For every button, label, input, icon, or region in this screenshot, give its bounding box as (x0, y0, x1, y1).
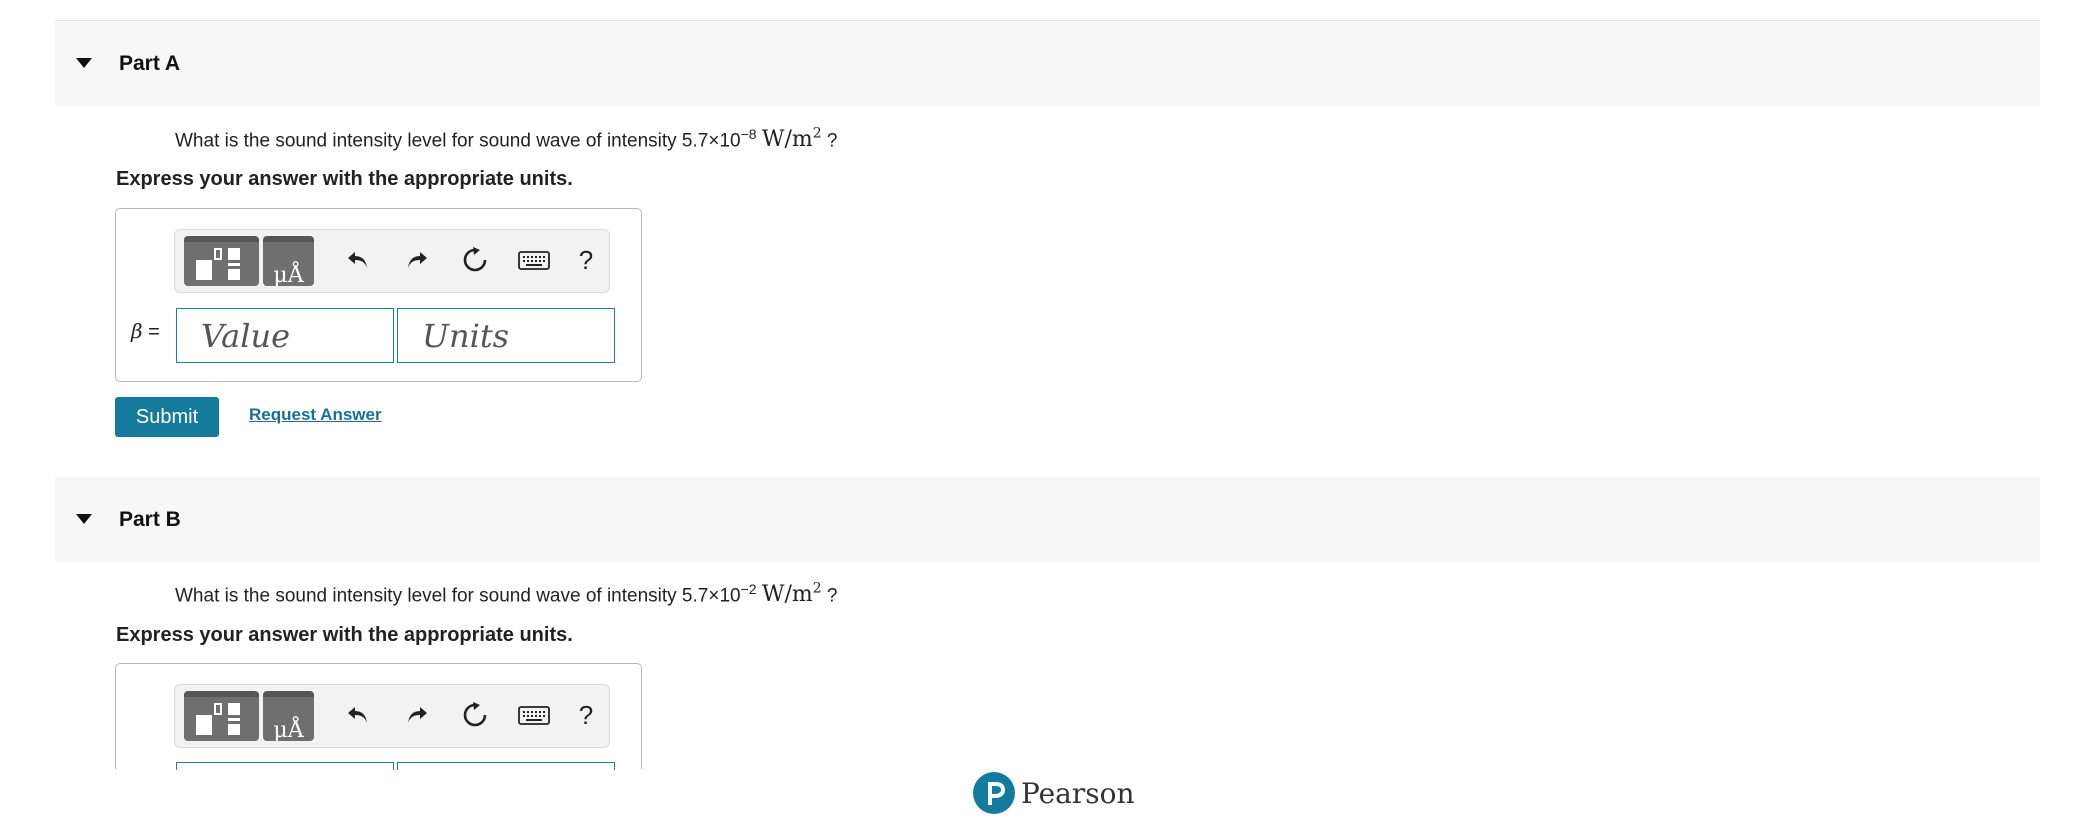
pearson-logo[interactable]: Pearson (973, 772, 1135, 814)
part-a-answer-box: μÅ ? β = (115, 208, 642, 382)
content-scroll-area[interactable]: Part A What is the sound intensity level… (0, 0, 2083, 770)
math-toolbar: μÅ ? (174, 684, 610, 748)
redo-icon[interactable] (397, 695, 437, 735)
help-button[interactable]: ? (566, 240, 606, 280)
value-input[interactable] (176, 308, 394, 363)
collapse-caret-icon[interactable] (76, 514, 92, 524)
part-a-title: Part A (119, 52, 181, 75)
keyboard-icon[interactable] (514, 240, 554, 280)
units-input[interactable] (397, 308, 615, 363)
templates-icon[interactable] (184, 236, 259, 286)
reset-icon[interactable] (455, 695, 495, 735)
pearson-wordmark: Pearson (1021, 776, 1135, 810)
units-input[interactable] (397, 762, 615, 770)
symbols-icon[interactable]: μÅ (263, 236, 314, 286)
redo-icon[interactable] (397, 240, 437, 280)
part-b-answer-box: μÅ ? (115, 663, 642, 770)
part-b-question: What is the sound intensity level for so… (175, 581, 838, 608)
math-toolbar: μÅ ? (174, 229, 610, 293)
pearson-p-icon (973, 772, 1015, 814)
templates-icon[interactable] (184, 691, 259, 741)
part-b-header[interactable]: Part B (55, 477, 2040, 562)
part-a-question: What is the sound intensity level for so… (175, 126, 838, 153)
answer-variable-label: β = (131, 319, 160, 343)
reset-icon[interactable] (455, 240, 495, 280)
submit-button[interactable]: Submit (115, 397, 219, 437)
help-button[interactable]: ? (566, 695, 606, 735)
keyboard-icon[interactable] (514, 695, 554, 735)
part-a-header[interactable]: Part A (55, 21, 2040, 106)
unit-expression: W/m2 (761, 126, 822, 153)
symbols-icon[interactable]: μÅ (263, 691, 314, 741)
part-b-instruction: Express your answer with the appropriate… (116, 624, 573, 646)
undo-icon[interactable] (338, 240, 378, 280)
unit-expression: W/m2 (761, 581, 822, 608)
part-b-title: Part B (119, 508, 181, 531)
part-a-instruction: Express your answer with the appropriate… (116, 168, 573, 190)
undo-icon[interactable] (338, 695, 378, 735)
request-answer-link[interactable]: Request Answer (249, 405, 382, 425)
collapse-caret-icon[interactable] (76, 58, 92, 68)
value-input[interactable] (176, 762, 394, 770)
